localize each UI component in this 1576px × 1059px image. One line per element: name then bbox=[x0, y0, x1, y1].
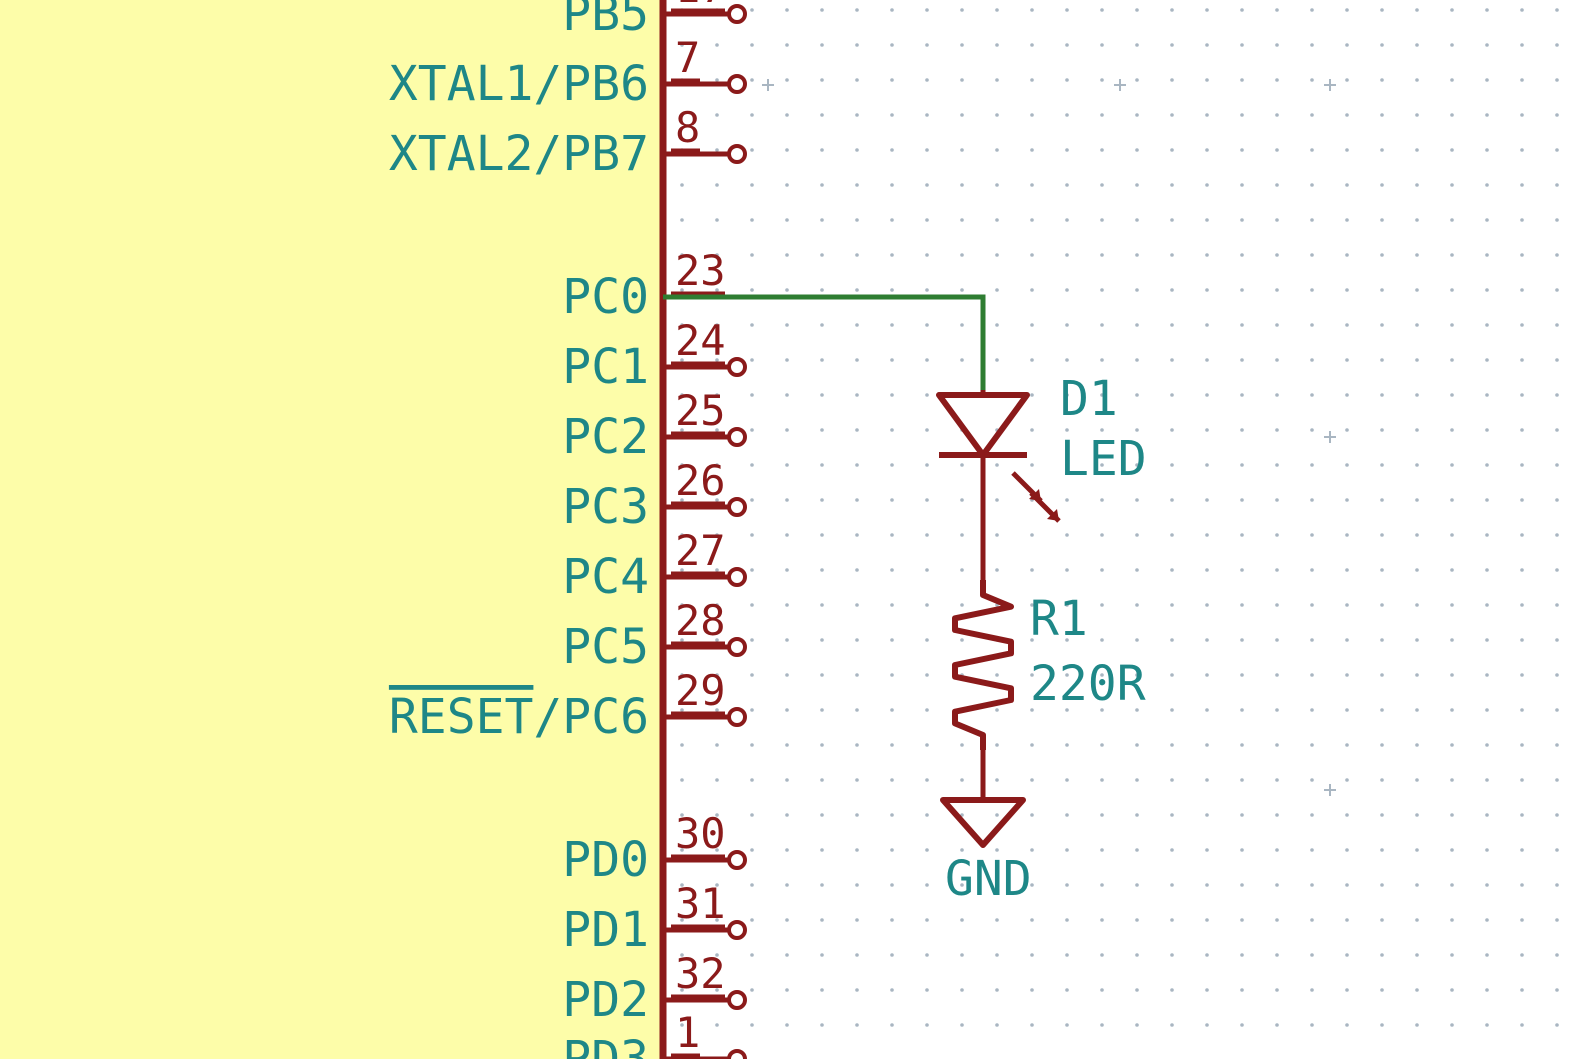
power-gnd[interactable]: GND bbox=[943, 790, 1032, 907]
pin-number: 7 bbox=[675, 33, 700, 82]
pin-label: PC0 bbox=[562, 269, 649, 325]
pin-endpoint[interactable] bbox=[729, 359, 745, 375]
pin-label: XTAL2/PB7 bbox=[389, 126, 649, 182]
pin-number: 32 bbox=[675, 949, 726, 998]
pin-number: 23 bbox=[675, 246, 726, 295]
pin-endpoint[interactable] bbox=[729, 6, 745, 22]
pin-number: 29 bbox=[675, 666, 726, 715]
gnd-label: GND bbox=[945, 851, 1032, 907]
pin-label: PD2 bbox=[562, 972, 649, 1028]
component-r1-resistor[interactable]: R1 220R bbox=[955, 580, 1146, 750]
pin-label: XTAL1/PB6 bbox=[389, 56, 649, 112]
pin-endpoint[interactable] bbox=[729, 429, 745, 445]
pin-label: PD3 bbox=[562, 1031, 649, 1059]
schematic-canvas[interactable]: 17PB57XTAL1/PB68XTAL2/PB723PC024PC125PC2… bbox=[0, 0, 1576, 1059]
grid-dots bbox=[680, 8, 1559, 1027]
pin-number: 1 bbox=[675, 1008, 700, 1057]
pin-number: 30 bbox=[675, 809, 726, 858]
pin-label: PC3 bbox=[562, 479, 649, 535]
pin-endpoint[interactable] bbox=[729, 922, 745, 938]
pin-number: 31 bbox=[675, 879, 726, 928]
pin-endpoint[interactable] bbox=[729, 852, 745, 868]
pin-number: 28 bbox=[675, 596, 726, 645]
pin-endpoint[interactable] bbox=[729, 76, 745, 92]
d1-ref: D1 bbox=[1060, 371, 1118, 427]
pin-endpoint[interactable] bbox=[729, 146, 745, 162]
r1-value: 220R bbox=[1030, 656, 1146, 712]
pin-endpoint[interactable] bbox=[729, 709, 745, 725]
pin-number: 27 bbox=[675, 526, 726, 575]
pin-number: 24 bbox=[675, 316, 726, 365]
pin-endpoint[interactable] bbox=[729, 639, 745, 655]
pin-label: PC5 bbox=[562, 619, 649, 675]
pin-endpoint[interactable] bbox=[729, 569, 745, 585]
pin-label: PC1 bbox=[562, 339, 649, 395]
pin-label: RESET/PC6 bbox=[389, 689, 649, 745]
pin-label: PC2 bbox=[562, 409, 649, 465]
d1-value: LED bbox=[1060, 431, 1147, 487]
pin-label: PB5 bbox=[562, 0, 649, 42]
component-d1-led[interactable]: D1LED bbox=[939, 371, 1147, 580]
pin-label: PD1 bbox=[562, 902, 649, 958]
pin-endpoint[interactable] bbox=[729, 1051, 745, 1059]
pin-number: 25 bbox=[675, 386, 726, 435]
pin-number: 26 bbox=[675, 456, 726, 505]
pin-label: PC4 bbox=[562, 549, 649, 605]
r1-ref: R1 bbox=[1030, 591, 1088, 647]
pin-number: 8 bbox=[675, 103, 700, 152]
pin-endpoint[interactable] bbox=[729, 499, 745, 515]
pin-label: PD0 bbox=[562, 832, 649, 888]
pin-endpoint[interactable] bbox=[729, 992, 745, 1008]
